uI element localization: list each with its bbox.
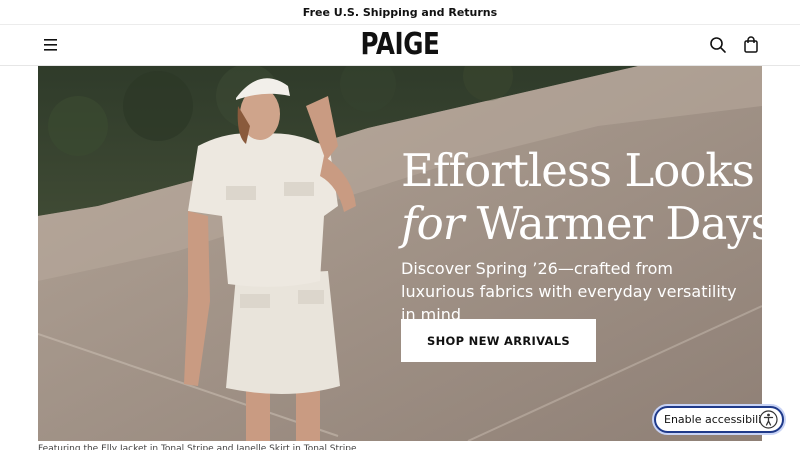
accessibility-person-icon — [759, 410, 778, 429]
hero-title-italic: for — [401, 197, 464, 250]
hero-banner[interactable]: Effortless Looks for Warmer Days Discove… — [38, 66, 762, 441]
menu-button[interactable] — [40, 35, 62, 55]
site-header: PAIGE — [0, 25, 800, 66]
promo-text: Free U.S. Shipping and Returns — [302, 5, 498, 19]
promo-banner: Free U.S. Shipping and Returns — [0, 0, 800, 25]
enable-accessibility-button[interactable]: Enable accessibility — [654, 406, 784, 433]
hero-title-rest: Warmer Days — [463, 197, 762, 250]
search-button[interactable] — [707, 34, 729, 56]
hero-title-line-2: for Warmer Days — [401, 197, 762, 250]
shopping-bag-icon — [744, 36, 758, 53]
brand-logo[interactable]: PAIGE — [72, 27, 728, 62]
shopping-bag-button[interactable] — [740, 34, 762, 56]
hero-subtitle: Discover Spring ’26—crafted from luxurio… — [401, 259, 737, 324]
shop-new-arrivals-button[interactable]: SHOP NEW ARRIVALS — [401, 319, 596, 362]
hero-caption: Featuring the Elly Jacket in Tonal Strip… — [38, 444, 357, 450]
hero-title: Effortless Looks for Warmer Days — [401, 144, 762, 250]
search-icon — [710, 37, 726, 53]
hero-photo — [38, 66, 762, 441]
accessibility-label: Enable accessibility — [664, 413, 773, 426]
hamburger-menu-icon — [44, 39, 57, 51]
hero-title-line-1: Effortless Looks — [401, 144, 755, 197]
